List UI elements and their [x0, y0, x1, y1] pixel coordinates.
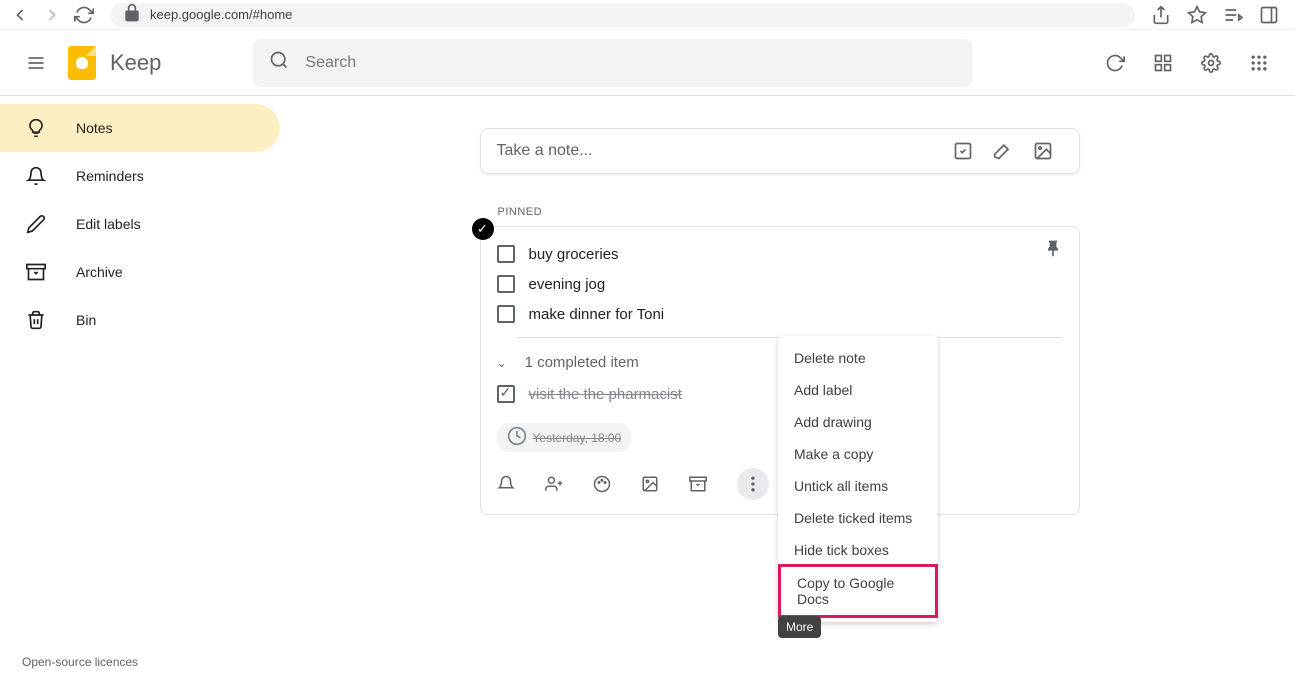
settings-button[interactable]: [1199, 51, 1223, 75]
archive-button[interactable]: [689, 475, 707, 493]
browser-forward-button[interactable]: [40, 3, 64, 27]
panel-icon[interactable]: [1257, 3, 1281, 27]
checklist-item-text: buy groceries: [529, 246, 619, 263]
more-options-menu: Delete note Add label Add drawing Make a…: [778, 336, 938, 622]
checkbox-icon[interactable]: [497, 305, 515, 323]
sidebar-item-label: Edit labels: [76, 216, 141, 232]
sidebar-item-label: Notes: [76, 120, 113, 136]
take-note-input[interactable]: Take a note...: [480, 128, 1080, 174]
search-box[interactable]: [253, 39, 973, 87]
search-input[interactable]: [305, 54, 957, 72]
remind-me-button[interactable]: [497, 475, 515, 493]
reminder-text: Yesterday, 18:00: [533, 431, 622, 445]
pin-button[interactable]: [1043, 239, 1063, 264]
reminder-chip[interactable]: Yesterday, 18:00: [497, 423, 632, 452]
archive-icon: [24, 262, 48, 282]
sidebar-item-label: Archive: [76, 264, 123, 280]
add-image-button[interactable]: [641, 475, 659, 493]
background-options-button[interactable]: [593, 475, 611, 493]
clock-icon: [507, 426, 527, 449]
sidebar-footer-link[interactable]: Open-source licences: [22, 655, 138, 669]
google-apps-button[interactable]: [1247, 51, 1271, 75]
main-menu-button[interactable]: [16, 43, 56, 83]
lock-icon: [122, 3, 142, 26]
browser-url-bar[interactable]: keep.google.com/#home: [110, 3, 1135, 27]
playlist-icon[interactable]: [1221, 3, 1245, 27]
share-icon[interactable]: [1149, 3, 1173, 27]
sidebar-item-label: Reminders: [76, 168, 144, 184]
checklist-item-text: visit the the pharmacist: [529, 386, 682, 403]
sidebar-item-notes[interactable]: Notes: [0, 104, 280, 152]
menu-item-make-copy[interactable]: Make a copy: [778, 438, 938, 470]
view-toggle-button[interactable]: [1151, 51, 1175, 75]
checkbox-checked-icon[interactable]: [497, 385, 515, 403]
refresh-button[interactable]: [1103, 51, 1127, 75]
completed-label: 1 completed item: [525, 354, 639, 371]
new-list-button[interactable]: [943, 141, 983, 161]
browser-chrome: keep.google.com/#home: [0, 0, 1295, 30]
menu-item-hide-tick-boxes[interactable]: Hide tick boxes: [778, 534, 938, 566]
browser-back-button[interactable]: [8, 3, 32, 27]
menu-item-copy-to-docs[interactable]: Copy to Google Docs: [778, 564, 938, 618]
more-options-button[interactable]: [737, 468, 769, 500]
checklist-item[interactable]: buy groceries: [497, 239, 1063, 269]
menu-item-add-label[interactable]: Add label: [778, 374, 938, 406]
checklist-item-text: make dinner for Toni: [529, 306, 665, 323]
checkbox-icon[interactable]: [497, 275, 515, 293]
bulb-icon: [24, 118, 48, 138]
menu-item-delete-ticked[interactable]: Delete ticked items: [778, 502, 938, 534]
menu-item-add-drawing[interactable]: Add drawing: [778, 406, 938, 438]
menu-item-delete-note[interactable]: Delete note: [778, 342, 938, 374]
sidebar-item-label: Bin: [76, 312, 96, 328]
sidebar-item-edit-labels[interactable]: Edit labels: [0, 200, 280, 248]
new-drawing-button[interactable]: [983, 141, 1023, 161]
new-image-note-button[interactable]: [1023, 141, 1063, 161]
search-icon: [269, 50, 289, 75]
sidebar-item-bin[interactable]: Bin: [0, 296, 280, 344]
take-note-placeholder: Take a note...: [497, 142, 593, 160]
collaborator-button[interactable]: [545, 475, 563, 493]
sidebar: Notes Reminders Edit labels Archive Bin: [0, 96, 280, 679]
bookmark-star-icon[interactable]: [1185, 3, 1209, 27]
checklist-item-text: evening jog: [529, 276, 606, 293]
browser-reload-button[interactable]: [72, 3, 96, 27]
checklist-item[interactable]: evening jog: [497, 269, 1063, 299]
url-text: keep.google.com/#home: [150, 7, 292, 22]
keep-logo-icon: [68, 46, 96, 80]
select-note-badge-icon[interactable]: ✓: [472, 218, 494, 240]
chevron-down-icon: ⌄: [497, 356, 507, 370]
pencil-icon: [24, 214, 48, 234]
sidebar-item-archive[interactable]: Archive: [0, 248, 280, 296]
more-tooltip: More: [778, 616, 821, 638]
checkbox-icon[interactable]: [497, 245, 515, 263]
bell-icon: [24, 166, 48, 186]
checklist-item[interactable]: make dinner for Toni: [497, 299, 1063, 329]
menu-item-untick-all[interactable]: Untick all items: [778, 470, 938, 502]
app-header: Keep: [0, 30, 1295, 96]
sidebar-item-reminders[interactable]: Reminders: [0, 152, 280, 200]
trash-icon: [24, 310, 48, 330]
app-title: Keep: [110, 50, 161, 76]
pinned-section-label: PINNED: [480, 206, 1080, 218]
